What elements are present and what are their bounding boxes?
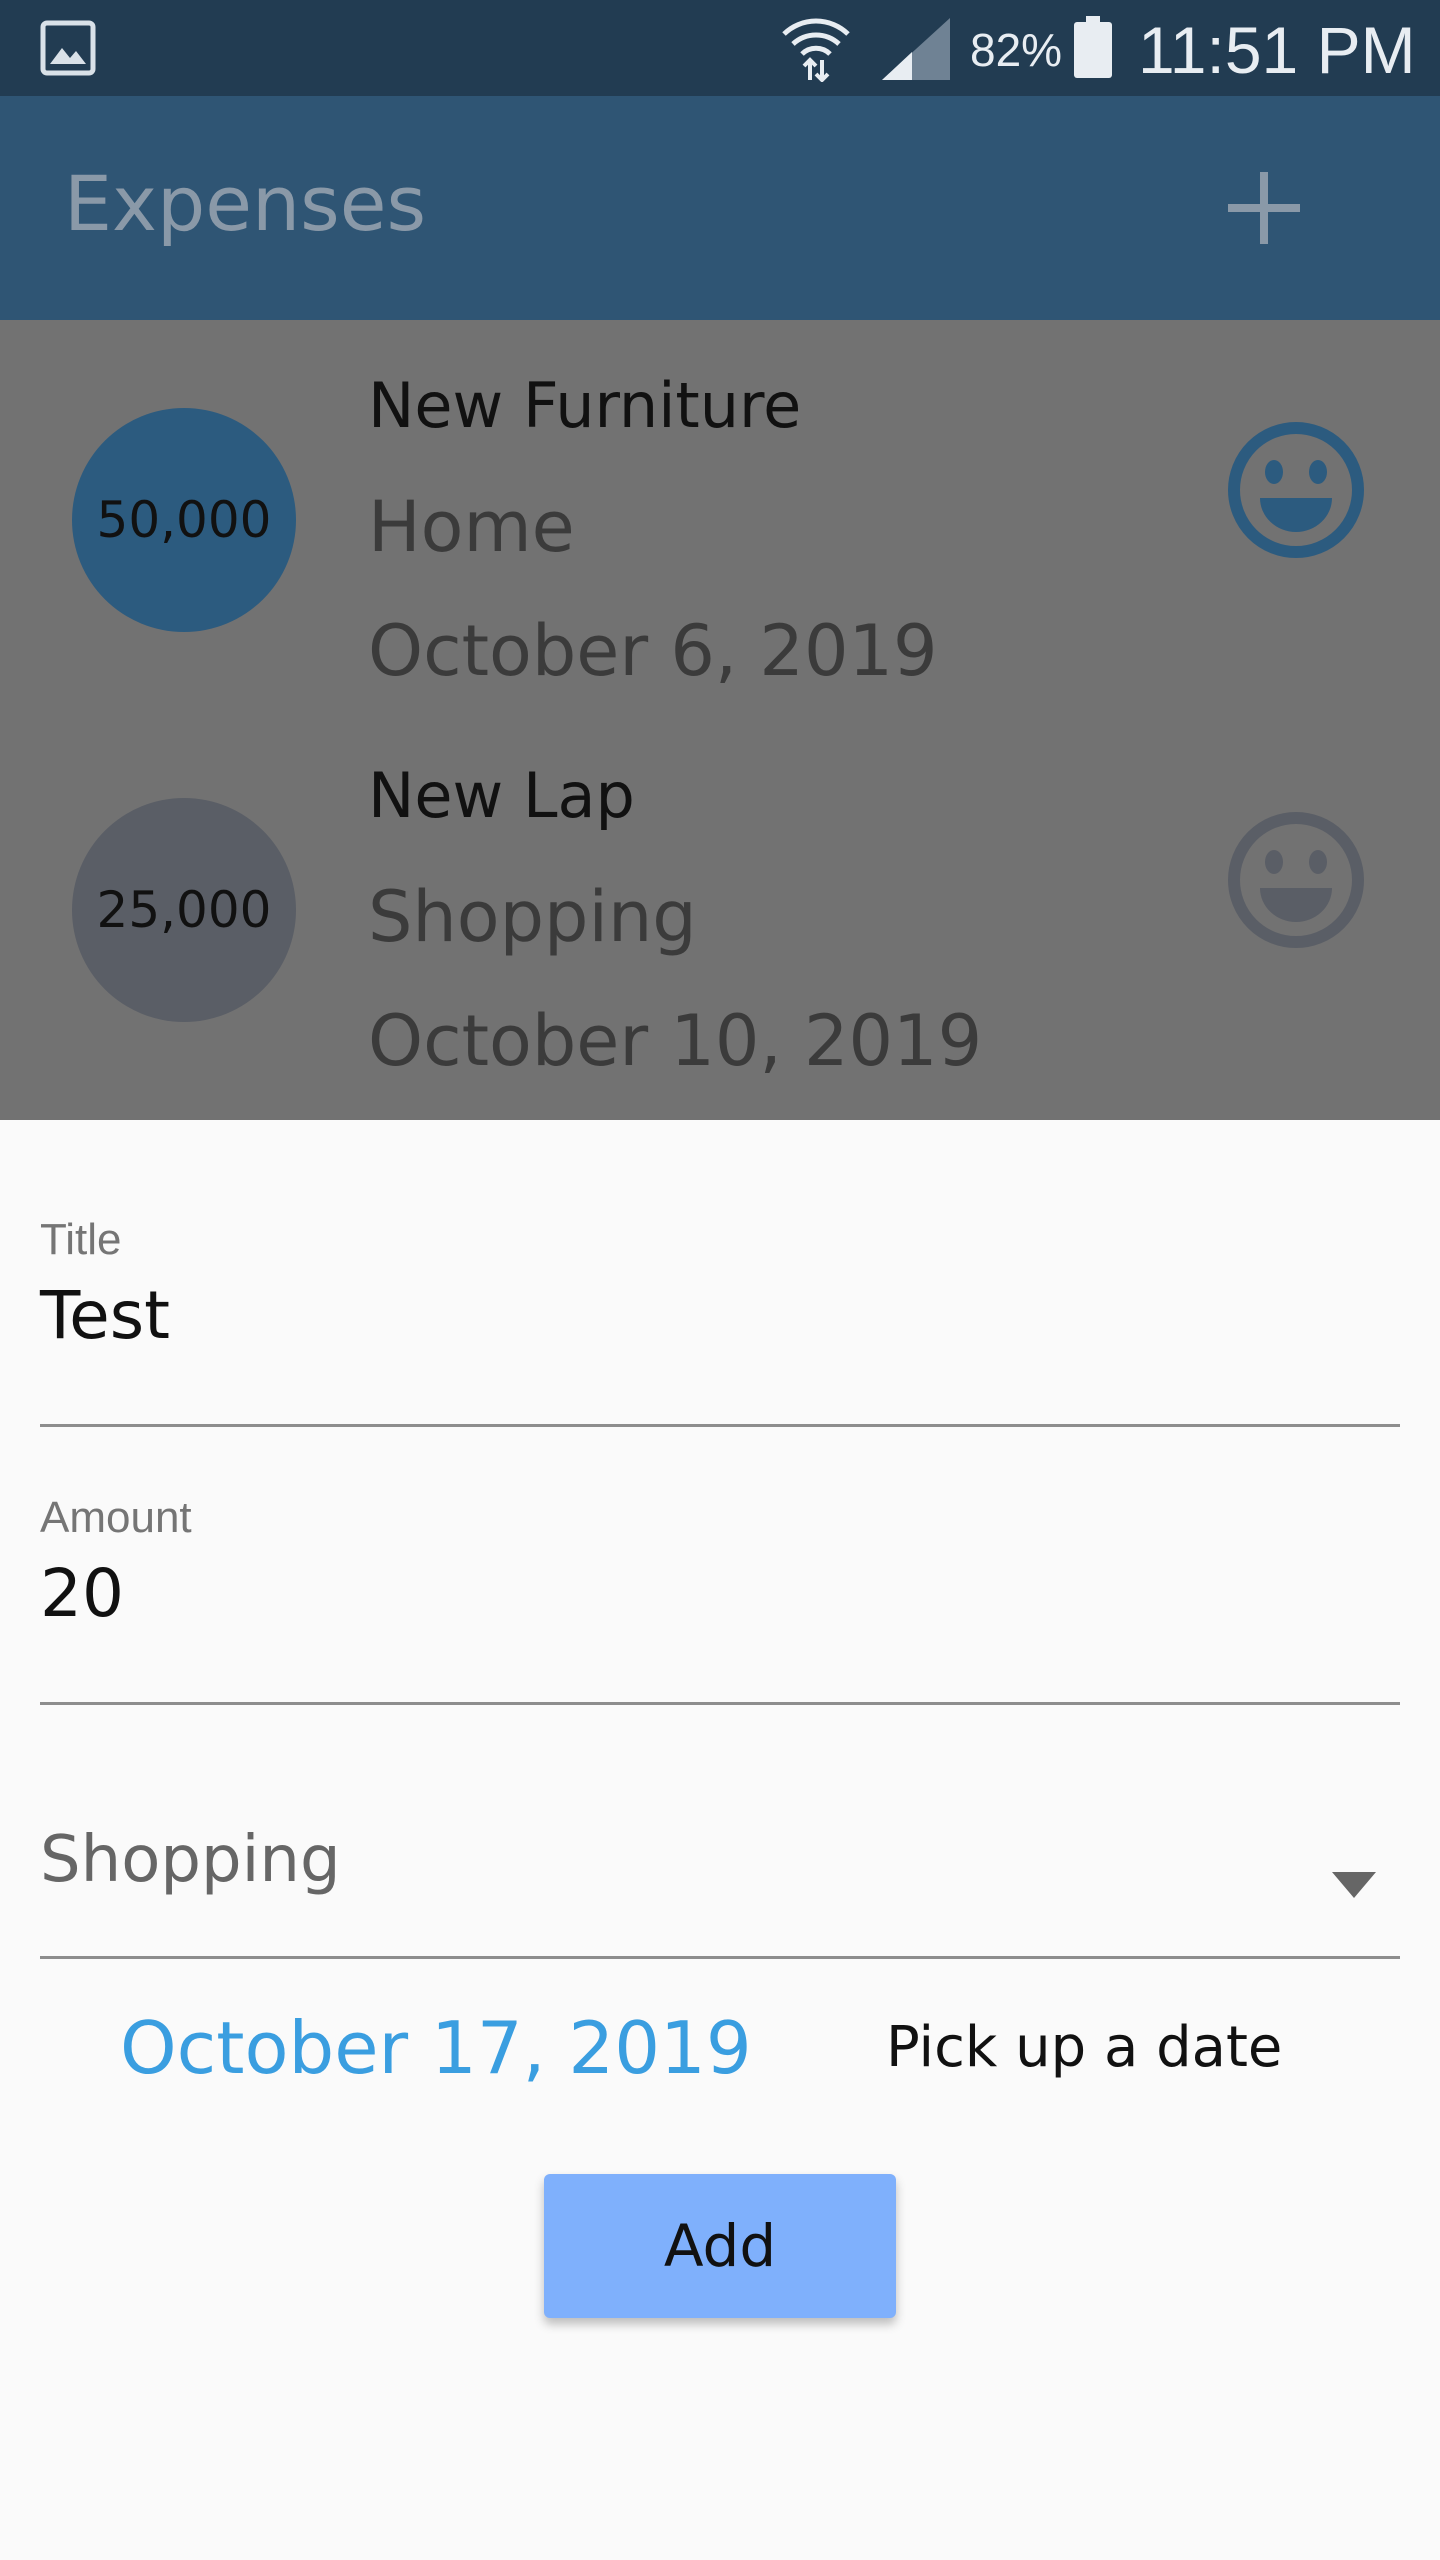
amount-underline	[40, 1702, 1400, 1705]
battery-icon	[1074, 16, 1112, 78]
page-title: Expenses	[64, 159, 427, 248]
amount-field[interactable]: Amount 20	[40, 1470, 1400, 1750]
list-item[interactable]: 25,000 New Lap Shopping October 10, 2019	[0, 710, 1440, 1100]
add-button[interactable]: Add	[544, 2174, 896, 2318]
dropdown-arrow-icon	[1332, 1872, 1376, 1898]
expense-list: 50,000 New Furniture Home October 6, 201…	[0, 320, 1440, 1120]
battery-percent: 82%	[970, 24, 1063, 76]
expense-category: Shopping	[368, 876, 697, 958]
expense-title: New Furniture	[368, 369, 802, 442]
wifi-icon	[782, 18, 850, 82]
amount-badge: 50,000	[72, 408, 296, 632]
expense-date: October 10, 2019	[368, 1000, 983, 1082]
pick-date-button[interactable]: Pick up a date	[886, 2008, 1282, 2088]
status-time: 11:51 PM	[1138, 13, 1416, 87]
new-expense-sheet: Title Test Amount 20 Shopping October 17…	[0, 1120, 1440, 2560]
status-bar: 82% 11:51 PM	[0, 0, 1440, 96]
gallery-icon	[40, 20, 96, 76]
category-dropdown[interactable]: Shopping	[40, 1760, 1400, 1960]
title-field-label: Title	[40, 1215, 122, 1264]
app-bar: Expenses	[0, 96, 1440, 320]
signal-icon	[882, 18, 950, 80]
amount-field-label: Amount	[40, 1493, 192, 1542]
expense-date: October 6, 2019	[368, 610, 938, 692]
category-underline	[40, 1956, 1400, 1959]
smiley-icon	[1228, 422, 1364, 558]
title-underline	[40, 1424, 1400, 1427]
category-selected: Shopping	[40, 1823, 341, 1897]
expense-category: Home	[368, 486, 575, 568]
expense-title: New Lap	[368, 759, 635, 832]
list-item[interactable]: 50,000 New Furniture Home October 6, 201…	[0, 320, 1440, 710]
title-input[interactable]: Test	[40, 1274, 170, 1358]
amount-badge: 25,000	[72, 798, 296, 1022]
amount-input[interactable]: 20	[40, 1552, 124, 1636]
plus-icon[interactable]	[1214, 158, 1314, 258]
selected-date: October 17, 2019	[120, 2006, 752, 2090]
smiley-icon	[1228, 812, 1364, 948]
